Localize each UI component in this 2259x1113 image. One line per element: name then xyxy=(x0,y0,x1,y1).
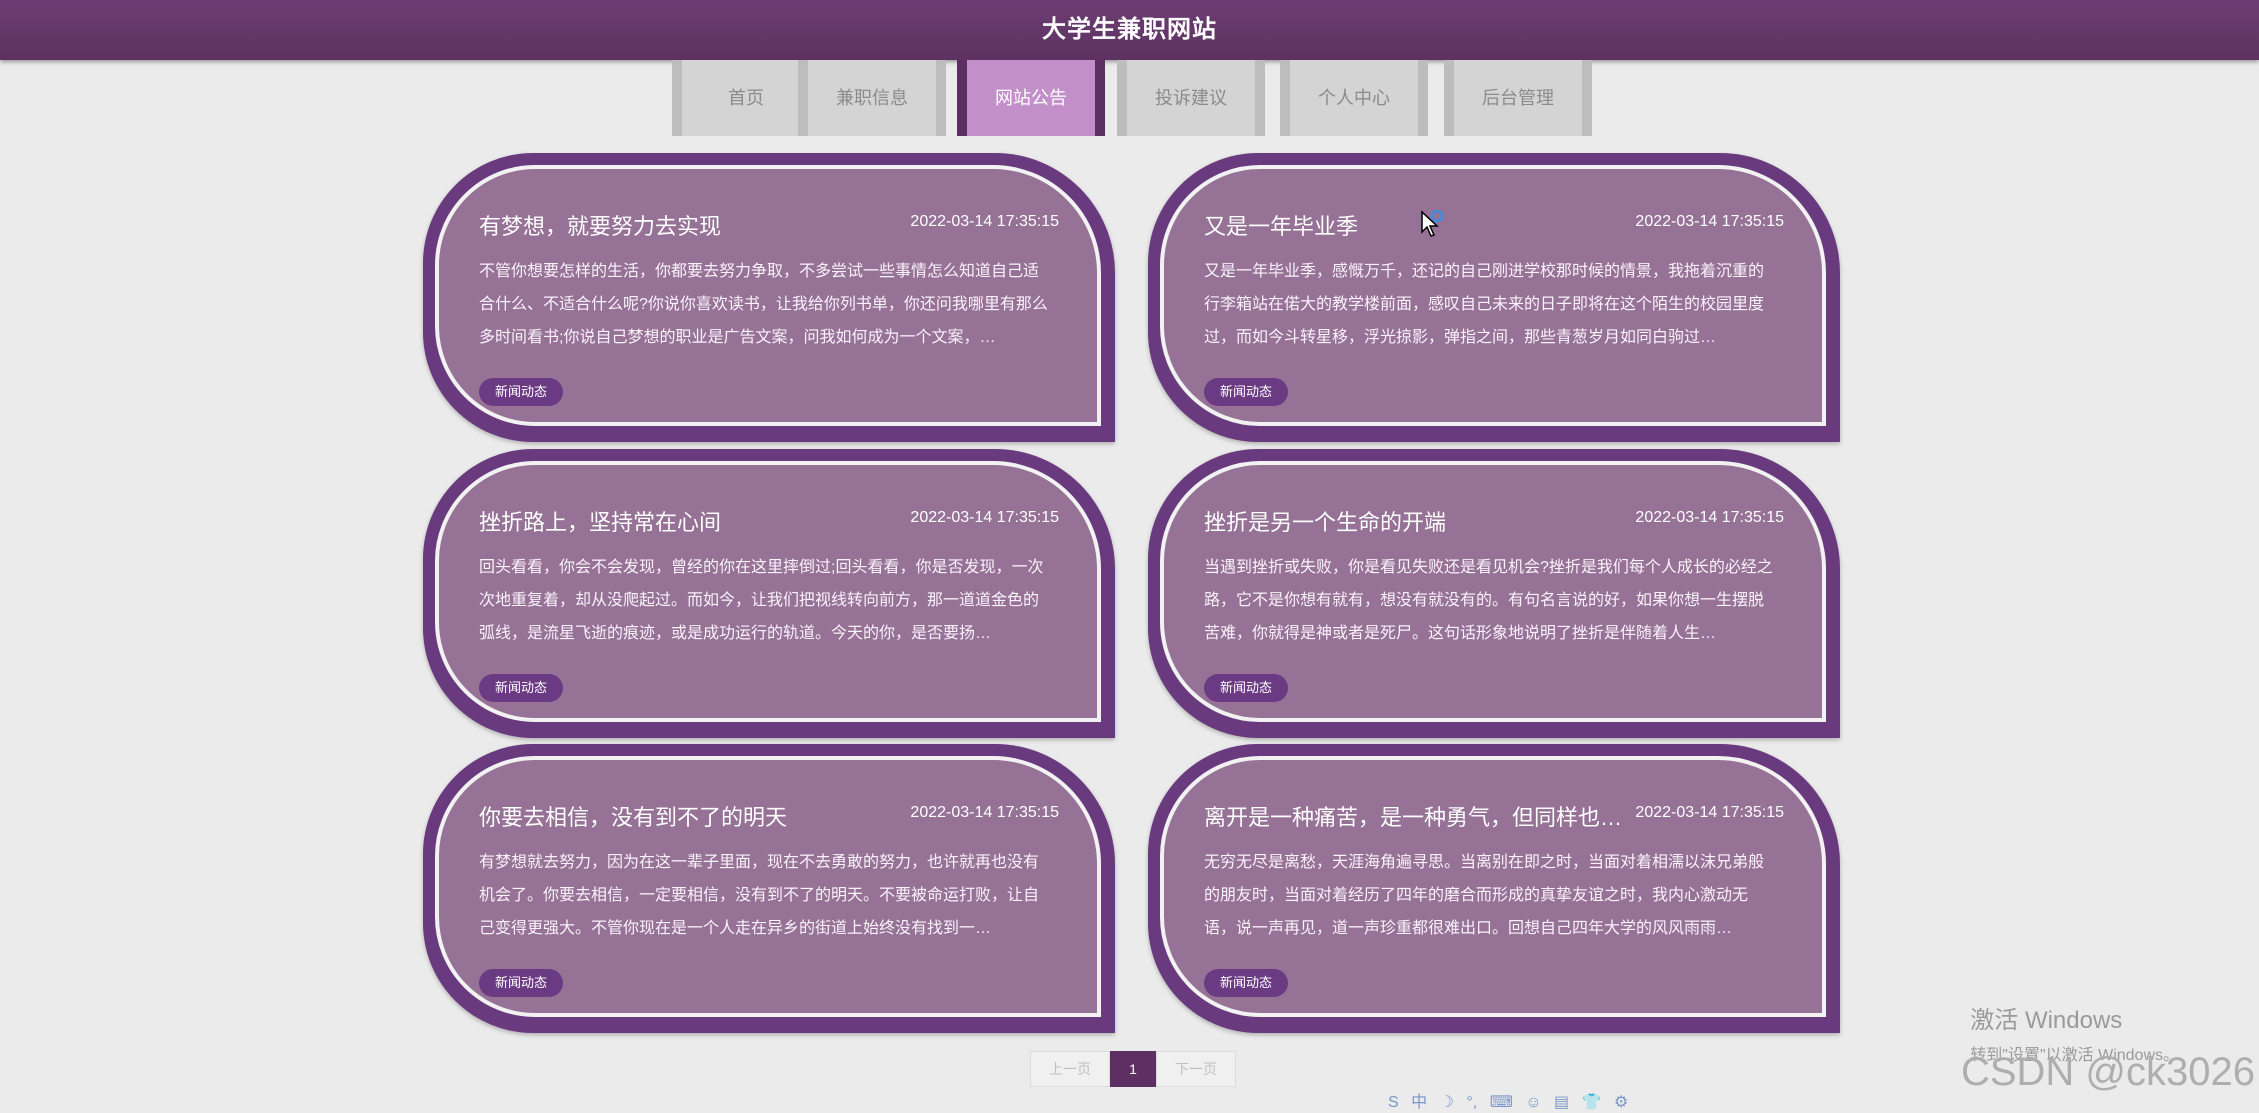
prev-page-button[interactable]: 上一页 xyxy=(1030,1051,1110,1087)
ime-chinese-mode-icon[interactable]: 中 xyxy=(1411,1088,1427,1112)
cursor-icon xyxy=(1421,210,1444,237)
tab-complaints[interactable]: 投诉建议 xyxy=(1117,60,1265,136)
announcement-time: 2022-03-14 17:35:15 xyxy=(910,804,1059,821)
announcement-time: 2022-03-14 17:35:15 xyxy=(910,213,1059,230)
tab-profile[interactable]: 个人中心 xyxy=(1280,60,1428,136)
announcement-excerpt: 回头看看，你会不会发现，曾经的你在这里摔倒过;回头看看，你是否发现，一次次地重复… xyxy=(479,559,1044,642)
next-page-button[interactable]: 下一页 xyxy=(1156,1051,1236,1087)
category-tag[interactable]: 新闻动态 xyxy=(479,969,563,997)
announcement-card[interactable]: 有梦想，就要努力去实现 2022-03-14 17:35:15 不管你想要怎样的… xyxy=(423,153,1115,442)
announcement-time: 2022-03-14 17:35:15 xyxy=(910,509,1059,526)
page-1-button[interactable]: 1 xyxy=(1110,1051,1156,1087)
tab-jobs[interactable]: 兼职信息 xyxy=(798,60,946,136)
category-tag[interactable]: 新闻动态 xyxy=(1204,378,1288,406)
ime-punctuation-icon[interactable]: °, xyxy=(1466,1094,1477,1112)
announcement-time: 2022-03-14 17:35:15 xyxy=(1635,213,1784,230)
announcement-excerpt: 无穷无尽是离愁，天涯海角遍寻思。当离别在即之时，当面对着相濡以沫兄弟般的朋友时，… xyxy=(1204,854,1765,937)
category-tag[interactable]: 新闻动态 xyxy=(1204,674,1288,702)
site-header: 大学生兼职网站 xyxy=(0,0,2259,60)
announcement-title[interactable]: 又是一年毕业季 xyxy=(1204,209,1624,241)
announcement-excerpt: 有梦想就去努力，因为在这一辈子里面，现在不去勇敢的努力，也许就再也没有机会了。你… xyxy=(479,854,1040,937)
announcement-card-inner: 挫折是另一个生命的开端 2022-03-14 17:35:15 当遇到挫折或失败… xyxy=(1160,461,1826,722)
ime-grid-icon[interactable]: ▤ xyxy=(1554,1092,1569,1112)
announcement-title[interactable]: 挫折是另一个生命的开端 xyxy=(1204,505,1624,537)
csdn-watermark: CSDN @ck3026 xyxy=(1960,1050,2255,1094)
main-nav: 首页 兼职信息 网站公告 投诉建议 个人中心 后台管理 xyxy=(0,60,2259,136)
watermark-title: 激活 Windows xyxy=(1970,1007,2123,1034)
announcement-card[interactable]: 挫折路上，坚持常在心间 2022-03-14 17:35:15 回头看看，你会不… xyxy=(423,449,1115,738)
announcement-title[interactable]: 有梦想，就要努力去实现 xyxy=(479,209,899,241)
ime-skin-icon[interactable]: 👕 xyxy=(1582,1092,1602,1112)
ime-keyboard-icon[interactable]: ⌨ xyxy=(1490,1092,1513,1112)
tab-admin[interactable]: 后台管理 xyxy=(1444,60,1592,136)
ime-logo-icon[interactable]: S xyxy=(1388,1094,1399,1112)
announcement-card[interactable]: 离开是一种痛苦，是一种勇气，但同样也… 2022-03-14 17:35:15 … xyxy=(1148,744,1840,1033)
category-tag[interactable]: 新闻动态 xyxy=(1204,969,1288,997)
announcement-excerpt: 当遇到挫折或失败，你是看见失败还是看见机会?挫折是我们每个人成长的必经之路，它不… xyxy=(1204,559,1773,642)
ime-moon-icon[interactable]: ☽ xyxy=(1440,1092,1454,1112)
announcement-time: 2022-03-14 17:35:15 xyxy=(1635,804,1784,821)
announcement-excerpt: 又是一年毕业季，感慨万千，还记的自己刚进学校那时候的情景，我拖着沉重的行李箱站在… xyxy=(1204,263,1765,346)
announcement-card-inner: 有梦想，就要努力去实现 2022-03-14 17:35:15 不管你想要怎样的… xyxy=(435,165,1101,426)
ime-emoji-icon[interactable]: ☺ xyxy=(1525,1094,1541,1112)
ime-toolbar: S 中 ☽ °, ⌨ ☺ ▤ 👕 ⚙ xyxy=(1388,1088,1636,1112)
announcement-title[interactable]: 你要去相信，没有到不了的明天 xyxy=(479,800,899,832)
ime-settings-icon[interactable]: ⚙ xyxy=(1614,1092,1628,1112)
announcement-card-inner: 挫折路上，坚持常在心间 2022-03-14 17:35:15 回头看看，你会不… xyxy=(435,461,1101,722)
announcement-card-inner: 你要去相信，没有到不了的明天 2022-03-14 17:35:15 有梦想就去… xyxy=(435,756,1101,1017)
tab-announcements[interactable]: 网站公告 xyxy=(957,60,1105,136)
announcement-excerpt: 不管你想要怎样的生活，你都要去努力争取，不多尝试一些事情怎么知道自己适合什么、不… xyxy=(479,263,1048,346)
announcement-card[interactable]: 挫折是另一个生命的开端 2022-03-14 17:35:15 当遇到挫折或失败… xyxy=(1148,449,1840,738)
announcement-title[interactable]: 离开是一种痛苦，是一种勇气，但同样也… xyxy=(1204,800,1624,832)
announcement-card-inner: 离开是一种痛苦，是一种勇气，但同样也… 2022-03-14 17:35:15 … xyxy=(1160,756,1826,1017)
announcement-card-inner: 又是一年毕业季 2022-03-14 17:35:15 又是一年毕业季，感慨万千… xyxy=(1160,165,1826,426)
announcement-card[interactable]: 你要去相信，没有到不了的明天 2022-03-14 17:35:15 有梦想就去… xyxy=(423,744,1115,1033)
category-tag[interactable]: 新闻动态 xyxy=(479,378,563,406)
announcement-time: 2022-03-14 17:35:15 xyxy=(1635,509,1784,526)
category-tag[interactable]: 新闻动态 xyxy=(479,674,563,702)
announcement-title[interactable]: 挫折路上，坚持常在心间 xyxy=(479,505,899,537)
announcement-card[interactable]: 又是一年毕业季 2022-03-14 17:35:15 又是一年毕业季，感慨万千… xyxy=(1148,153,1840,442)
site-title: 大学生兼职网站 xyxy=(1042,16,1217,43)
